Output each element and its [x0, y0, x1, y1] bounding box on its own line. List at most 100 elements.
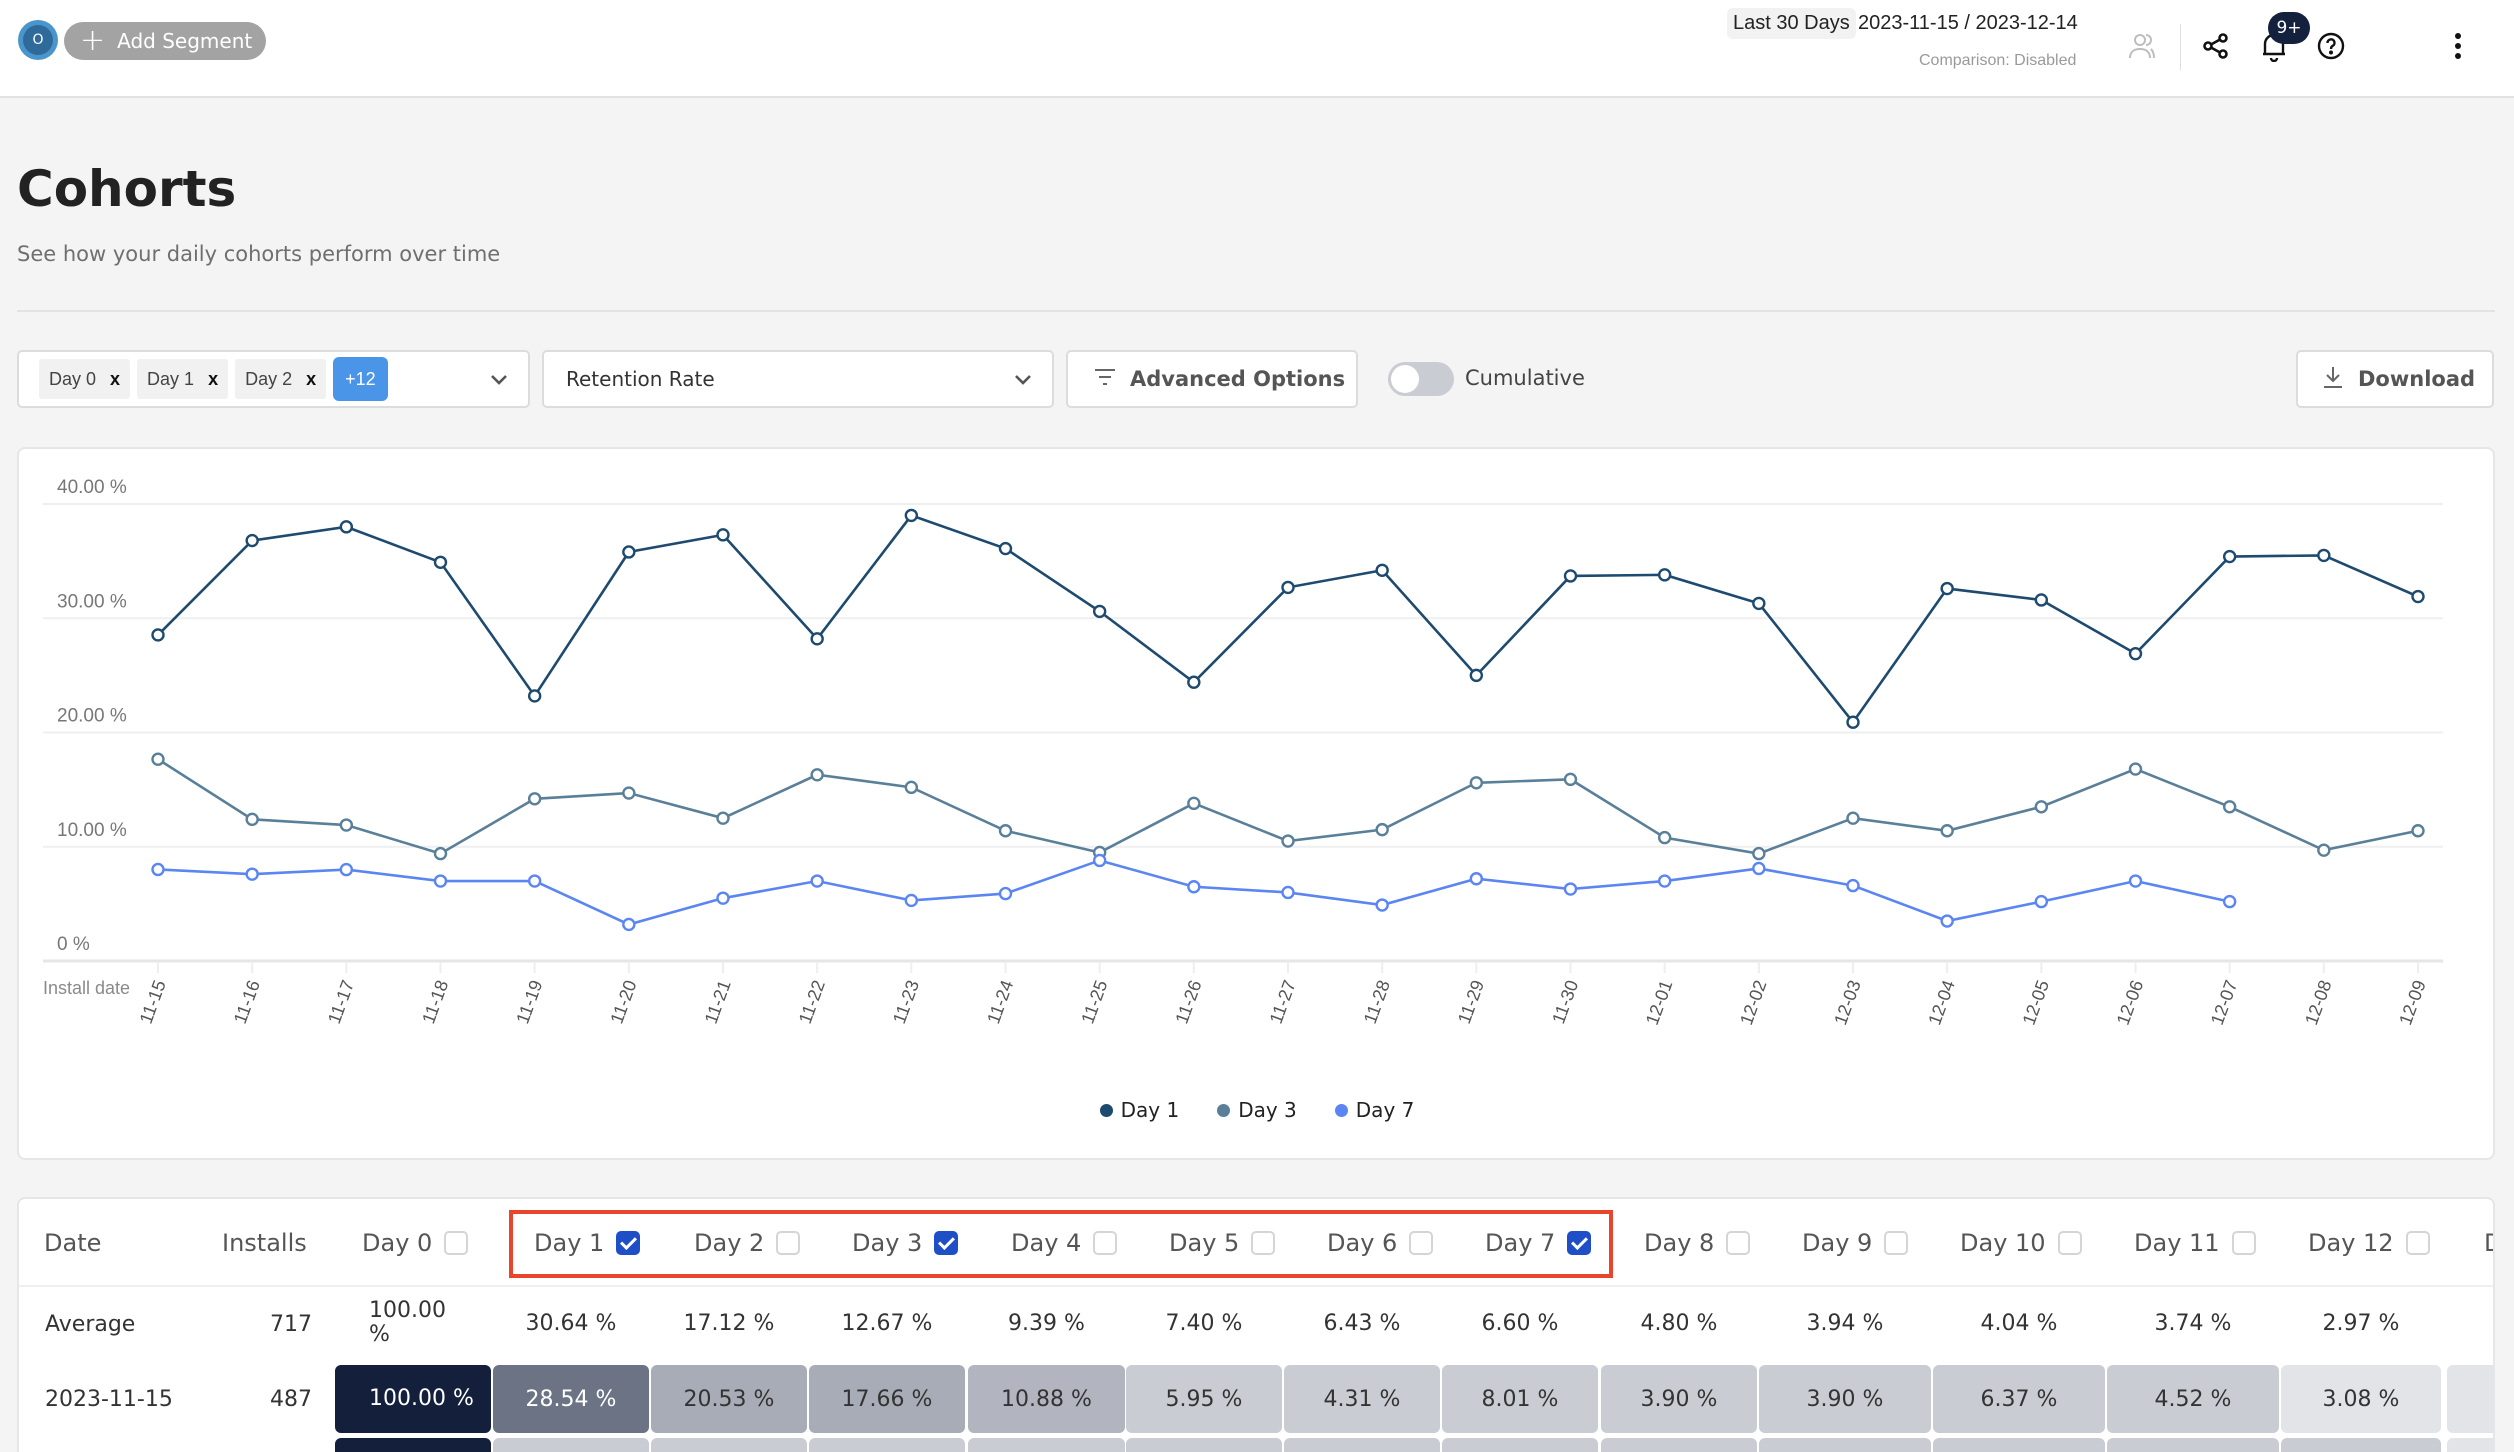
data-point: [1657, 568, 1672, 582]
x-tick-label: 11-22: [795, 978, 829, 1027]
legend-item-day-7[interactable]: Day 7: [1334, 1098, 1414, 1122]
data-point: [527, 792, 542, 806]
column-header-label: Day 0: [362, 1229, 433, 1257]
column-header-label: Day 11: [2134, 1229, 2220, 1257]
cell-retention: 5.95 %: [1126, 1365, 1282, 1433]
x-tick-label: 12-03: [1830, 978, 1865, 1028]
data-point: [1940, 581, 1954, 596]
data-point: [2317, 843, 2331, 857]
cell-retention: 4.52 %: [2107, 1365, 2279, 1433]
data-point: [527, 874, 542, 888]
column-header-label: Day 10: [1960, 1229, 2046, 1257]
cell-retention: 17.12 %: [683, 1310, 775, 1336]
column-header: Day 8: [1644, 1199, 1751, 1287]
data-point: [2128, 762, 2143, 776]
cell-retention: [1933, 1438, 2105, 1452]
data-point: [1375, 898, 1389, 912]
data-point: [1846, 715, 1860, 729]
cell-retention: 17.66 %: [809, 1365, 965, 1433]
x-tick-label: 11-19: [512, 978, 546, 1027]
series-day-3: [151, 752, 2425, 861]
data-point: [339, 862, 354, 877]
chart-legend: Day 1 Day 3 Day 7: [0, 1098, 2514, 1122]
column-chart-checkbox[interactable]: [2231, 1231, 2256, 1255]
data-point: [2411, 824, 2425, 838]
x-tick-label: 11-26: [1172, 978, 1206, 1027]
cell-installs: 717: [270, 1311, 312, 1337]
cell-retention-overflow: [2447, 1365, 2493, 1433]
cell-retention: [2281, 1438, 2441, 1452]
data-point: [1752, 861, 1766, 876]
cell-date: 2023-11-15: [45, 1386, 173, 1412]
column-header: Day 11: [2134, 1199, 2256, 1287]
legend-label: Day 3: [1238, 1098, 1297, 1122]
cell-retention: 9.39 %: [1008, 1310, 1085, 1336]
data-point: [998, 886, 1013, 901]
column-chart-checkbox[interactable]: [1884, 1231, 1909, 1255]
x-tick-label: 12-05: [2019, 978, 2054, 1028]
data-point: [2128, 874, 2143, 888]
cell-retention: [968, 1438, 1125, 1452]
column-header: Day 10: [1960, 1199, 2082, 1287]
data-point: [810, 874, 824, 888]
data-point: [1752, 846, 1766, 861]
cell-installs: [209, 1437, 312, 1452]
column-header: Day 9: [1802, 1199, 1909, 1287]
column-header: Installs: [222, 1199, 307, 1287]
data-point: [1281, 580, 1295, 595]
table-row: 100.00 %: [19, 1437, 2493, 1452]
cell-date: Average: [45, 1311, 136, 1337]
cell-retention: 20.53 %: [651, 1365, 807, 1433]
x-axis-label: Install date: [43, 978, 130, 998]
column-chart-checkbox[interactable]: [444, 1231, 469, 1255]
data-point: [1092, 853, 1107, 868]
column-header-label: Day 12: [2308, 1229, 2394, 1257]
data-point: [1187, 675, 1201, 689]
data-point: [245, 812, 259, 827]
x-tick-label: 11-18: [418, 978, 452, 1027]
data-point: [1846, 811, 1860, 825]
data-point: [433, 846, 448, 861]
cell-retention: [1759, 1438, 1931, 1452]
average-row: Average 717 100.00 % 30.64 % 17.12 % 12.67 % 9…: [19, 1289, 2493, 1359]
data-point: [2222, 894, 2237, 909]
data-point: [2411, 589, 2425, 604]
data-point: [151, 752, 165, 766]
data-point: [1940, 824, 1954, 838]
cell-retention: [493, 1438, 649, 1452]
data-point: [2128, 646, 2143, 661]
cell-retention: 10.88 %: [968, 1365, 1125, 1433]
legend-dot: [1099, 1103, 1113, 1117]
x-tick-label: 12-01: [1642, 978, 1677, 1028]
data-point: [527, 689, 542, 703]
x-tick-label: 11-25: [1077, 978, 1111, 1027]
cell-installs: 487: [270, 1386, 312, 1412]
column-header: Day 0: [362, 1199, 469, 1287]
column-chart-checkbox[interactable]: [2057, 1231, 2082, 1255]
cell-retention: 6.43 %: [1323, 1310, 1401, 1336]
data-point: [716, 891, 730, 905]
cell-retention: 7.40 %: [1165, 1310, 1243, 1336]
data-point: [904, 508, 919, 523]
data-point: [1092, 604, 1107, 619]
cell-retention: 100.00 %: [335, 1365, 491, 1433]
legend-item-day-1[interactable]: Day 1: [1099, 1098, 1180, 1122]
cell-retention: [2107, 1438, 2279, 1452]
column-chart-checkbox[interactable]: [1726, 1231, 1751, 1255]
legend-item-day-3[interactable]: Day 3: [1217, 1098, 1297, 1122]
chart-series: [151, 508, 2425, 932]
column-chart-checkbox[interactable]: [2405, 1231, 2430, 1255]
y-tick-label: 0 %: [57, 934, 90, 955]
legend-dot: [1217, 1103, 1231, 1117]
y-tick-label: 30.00 %: [57, 591, 127, 612]
data-point: [245, 867, 259, 881]
cell-retention: 3.08 %: [2281, 1365, 2441, 1433]
table-row: 2023-11-15 487 100.00 % 28.54 % 20.53 % 17.66…: [19, 1364, 2493, 1434]
legend-label: Day 1: [1120, 1098, 1180, 1122]
cell-retention: 4.04 %: [1980, 1310, 2058, 1336]
data-point: [810, 768, 824, 782]
cell-retention: 2.97 %: [2322, 1310, 2400, 1336]
cell-retention: [809, 1438, 965, 1452]
data-point: [339, 520, 354, 534]
data-point: [1281, 885, 1295, 900]
